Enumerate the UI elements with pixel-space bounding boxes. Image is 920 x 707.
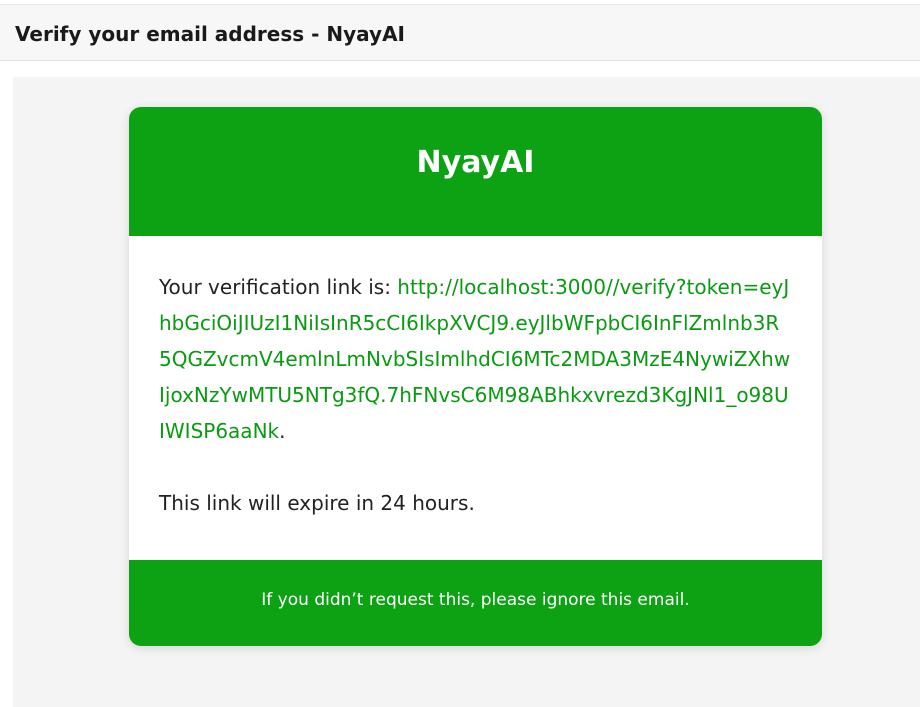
ignore-notice: If you didn’t request this, please ignor… <box>261 590 690 610</box>
card-footer: If you didn’t request this, please ignor… <box>129 560 822 646</box>
expiry-notice: This link will expire in 24 hours. <box>159 491 475 515</box>
verification-message: Your verification link is: http://localh… <box>159 269 792 449</box>
email-subject: Verify your email address - NyayAI <box>15 22 405 46</box>
brand-name: NyayAI <box>416 145 535 180</box>
card-content: Your verification link is: http://localh… <box>159 269 792 521</box>
card-header: NyayAI <box>129 107 822 236</box>
verification-intro: Your verification link is: <box>159 275 398 299</box>
email-body: NyayAI Your verification link is: http:/… <box>13 77 920 707</box>
verification-card: NyayAI Your verification link is: http:/… <box>129 107 822 646</box>
verification-link[interactable]: http://localhost:3000//verify?token=eyJh… <box>159 275 790 443</box>
sentence-period: . <box>279 419 286 443</box>
email-subject-bar: Verify your email address - NyayAI <box>0 5 920 61</box>
